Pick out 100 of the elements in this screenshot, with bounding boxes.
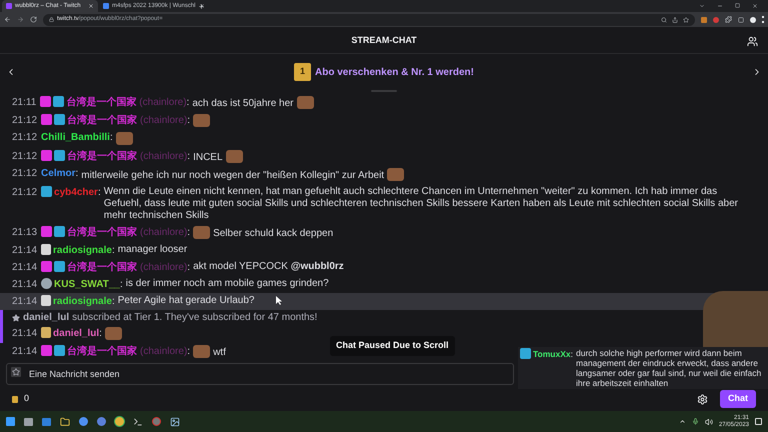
crown-badge-icon [54, 114, 66, 126]
bookmark-icon[interactable] [683, 16, 689, 23]
extensions-icon[interactable] [725, 16, 732, 24]
username[interactable]: 台湾是一个国家 [67, 346, 138, 358]
username[interactable]: radiosignale [53, 245, 112, 256]
gem-badge-icon [41, 150, 52, 162]
gem-badge-icon [41, 226, 52, 238]
side-panel-icon[interactable] [738, 16, 744, 23]
timestamp: 21:13 [12, 227, 38, 238]
timestamp: 21:12 [12, 168, 38, 180]
username[interactable]: cyb4cher [54, 187, 98, 198]
close-icon[interactable] [752, 3, 758, 10]
username[interactable]: 台湾是一个国家 [67, 262, 138, 274]
minimize-icon[interactable] [717, 3, 723, 10]
avatar-badge-icon [41, 295, 52, 306]
username[interactable]: daniel_lul [53, 328, 100, 340]
message-text: wtf [213, 347, 226, 358]
back-icon[interactable] [4, 16, 11, 24]
message-text: ach das ist 50jahre her [192, 98, 294, 110]
crown-badge-icon [54, 345, 66, 356]
message-input-field[interactable]: Eine Nachricht senden [6, 363, 514, 386]
chat-title: STREAM-CHAT [351, 34, 417, 47]
microphone-icon[interactable] [692, 418, 699, 426]
message-text: INCEL [193, 152, 223, 164]
chat-button[interactable]: Chat [720, 390, 756, 408]
bits-icon[interactable] [12, 396, 18, 403]
message-text: Selber schuld kack deppen [213, 228, 334, 240]
colon: : [120, 279, 123, 290]
emote-image [104, 327, 122, 340]
username[interactable]: 台湾是一个国家 [66, 97, 136, 108]
gem-badge-icon [41, 261, 52, 272]
paused-notice[interactable]: Chat Paused Due to Scroll [330, 336, 455, 356]
username[interactable]: KUS_SWAT__ [54, 279, 120, 290]
login-name: (chainlore) [140, 346, 188, 358]
message-text: durch solche high performer wird dann beim management der eindruck erweckt, dass andere langsamer oder gar faul sind, nur weil die einfach ihre arbeitszeit einhalten [576, 348, 762, 388]
message-text: Peter Agile hat gerade Urlaub? [118, 295, 254, 306]
lock-icon [49, 17, 54, 22]
tab-favicon-icon [103, 3, 109, 10]
colon: : [187, 227, 190, 238]
message-text: mitlerweile gehe ich nur noch wegen der "heißen Kollegin" zur Arbeit [81, 170, 384, 182]
username[interactable]: radiosignale [53, 296, 112, 308]
gift-icon: 1 [294, 63, 312, 82]
login-name: (chainlore) [139, 97, 187, 108]
profile-icon[interactable] [750, 16, 756, 23]
username[interactable]: 台湾是一个国家 [67, 151, 138, 162]
login-name: (chainlore) [140, 227, 188, 238]
username: TomuxXx [533, 349, 571, 359]
emote-image [296, 96, 314, 110]
login-name: (chainlore) [140, 115, 188, 126]
emote-image [193, 345, 210, 358]
subscription-text: subscribed at Tier 1. They've subscribed for 47 months! [72, 312, 318, 324]
zoom-icon[interactable] [661, 16, 667, 23]
timestamp: 21:12 [12, 151, 38, 162]
colon: : [112, 245, 115, 256]
gem-badge-icon [41, 345, 52, 356]
speaker-icon[interactable] [704, 418, 713, 426]
emote-image [116, 132, 133, 146]
globe-badge-icon [41, 278, 52, 290]
timestamp: 21:14 [12, 346, 38, 358]
tab-search-icon[interactable] [699, 3, 705, 10]
username[interactable]: 台湾是一个国家 [67, 227, 138, 238]
crown-badge-icon [41, 186, 52, 198]
colon: : [112, 296, 115, 308]
star-icon [12, 314, 20, 322]
emote-image [193, 226, 210, 240]
username[interactable]: Chilli_Bambilli [41, 132, 110, 144]
share-icon[interactable] [672, 16, 678, 23]
emote-image [193, 114, 210, 128]
colon: : [186, 97, 190, 108]
username[interactable]: 台湾是一个国家 [67, 115, 138, 126]
settings-icon[interactable] [697, 394, 708, 405]
timestamp: 21:12 [12, 187, 38, 198]
timestamp: 21:14 [12, 245, 38, 256]
message-text: is der immer noch am mobile games grinden? [126, 278, 329, 290]
crown-badge-icon [54, 261, 66, 272]
message-text: manager looser [118, 244, 188, 256]
login-name: (chainlore) [140, 151, 188, 162]
timestamp: 21:14 [12, 296, 38, 308]
colon: : [187, 151, 190, 162]
gem-badge-icon [40, 96, 52, 108]
timestamp: 21:11 [12, 97, 36, 108]
terminal-icon[interactable] [133, 416, 143, 427]
colon: : [187, 115, 190, 126]
username[interactable]: Celmor [41, 168, 76, 180]
restore-icon[interactable] [735, 3, 740, 8]
timestamp: 21:12 [12, 132, 38, 144]
timestamp: 21:12 [12, 115, 38, 126]
drag-handle[interactable] [371, 90, 397, 92]
crown-badge-icon [53, 96, 64, 108]
reload-icon[interactable] [30, 16, 37, 24]
subscriber-name[interactable]: daniel_lul [23, 312, 70, 324]
tab-favicon-icon [6, 3, 12, 10]
notification-icon[interactable] [755, 418, 762, 426]
folder-icon[interactable] [60, 416, 70, 427]
users-icon[interactable] [747, 36, 758, 48]
colon: : [98, 187, 101, 198]
banner-text[interactable]: Abo verschenken & Nr. 1 werden! [315, 64, 474, 80]
image-app-icon[interactable] [170, 416, 180, 427]
emote-picker-icon[interactable] [11, 367, 21, 378]
emote-image [226, 150, 243, 164]
